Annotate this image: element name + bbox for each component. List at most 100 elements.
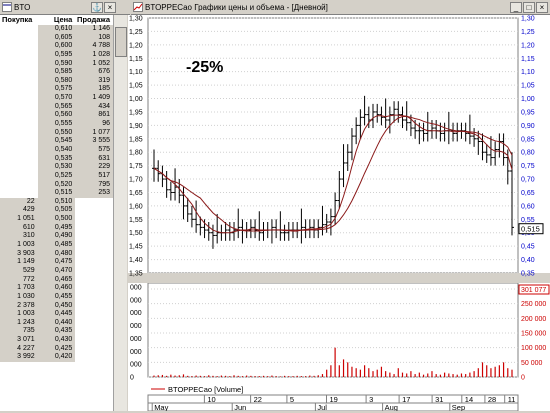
day-label: 19 [330,395,338,404]
price-tick-label-right: 0,95 [521,109,535,116]
bid-row[interactable]: 22 0,510 [0,197,113,207]
price-cell: 0,585 [37,68,76,77]
ask-row[interactable]: 0,560 861 [0,111,113,121]
ask-volume-cell [75,197,113,207]
price-tick-label-left: 1,85 [129,136,143,143]
bid-volume-cell: 610 [0,223,38,233]
bid-volume-cell [0,111,38,121]
price-tick-label-right: 0,60 [521,203,535,210]
ask-row[interactable]: 0,540 575 [0,145,113,155]
ask-row[interactable]: 0,575 185 [0,85,113,95]
ask-volume-cell [75,292,113,302]
ask-row[interactable]: 0,605 108 [0,33,113,43]
price-cell: 0,430 [37,336,76,345]
ask-volume-cell [75,318,113,328]
bid-volume-cell [0,128,38,138]
bid-row[interactable]: 1 243 0,440 [0,318,113,328]
order-book-header: Покупка Цена Продажа [0,15,113,25]
ask-row[interactable]: 0,600 4 788 [0,42,113,51]
ask-row[interactable]: 0,590 1 052 [0,59,113,69]
ask-volume-cell: 108 [75,33,113,43]
ask-row[interactable]: 0,520 795 [0,180,113,190]
price-volume-chart[interactable]: 1,30 1,30 1,25 1,25 1,20 1,20 1,15 1,15 1,10 1,10… [128,15,550,412]
price-tick-label-left: 1,45 [129,244,143,251]
percent-change-annotation: -25% [186,59,223,76]
volume-tick-label-left: 000 [130,297,142,304]
ask-row[interactable]: 0,610 1 146 [0,25,113,34]
bid-row[interactable]: 2 378 0,450 [0,301,113,311]
bid-volume-cell [0,189,38,198]
ask-volume-cell: 1 409 [75,94,113,103]
maximize-button[interactable]: □ [523,1,535,13]
ask-row[interactable]: 0,565 434 [0,102,113,112]
bid-row[interactable]: 1 003 0,485 [0,241,113,250]
bid-volume-cell [0,68,38,77]
ask-volume-cell [75,301,113,311]
bid-row[interactable]: 1 051 0,500 [0,215,113,224]
ask-row[interactable]: 0,530 229 [0,163,113,172]
order-book-titlebar: BTO ⚓ × [0,0,130,15]
bid-volume-cell [0,33,38,43]
bid-row[interactable]: 735 0,435 [0,327,113,337]
last-price-label: 0,515 [521,225,540,234]
bid-row[interactable]: 3 992 0,420 [0,353,113,362]
bid-volume-cell: 1 149 [0,258,38,267]
bid-row[interactable]: 1 703 0,460 [0,284,113,293]
bid-header: Покупка [2,15,33,24]
ask-row[interactable]: 0,580 319 [0,76,113,86]
price-tick-label-right: 0,65 [521,190,535,197]
chart-titlebar: BTOPPECao Графики цены и объема - [Дневн… [131,0,550,15]
scrollbar-thumb[interactable] [115,27,127,57]
ask-row[interactable]: 0,515 253 [0,189,113,198]
bid-volume-cell [0,154,38,164]
ask-row[interactable]: 0,585 676 [0,68,113,77]
bid-row[interactable]: 310 0,490 [0,232,113,242]
ask-header: Продажа [77,15,111,24]
volume-tick-label-left: 0 [130,375,134,382]
ask-volume-cell [75,266,113,276]
bid-row[interactable]: 1 003 0,445 [0,310,113,319]
bid-row[interactable]: 3 071 0,430 [0,336,113,345]
month-label: May [154,403,168,411]
ask-volume-cell [75,336,113,345]
price-tick-label-right: 1,10 [521,69,535,76]
ask-row[interactable]: 0,550 1 077 [0,128,113,138]
ask-volume-cell: 434 [75,102,113,112]
price-tick-label-left: 1,70 [129,177,143,184]
bid-volume-cell [0,85,38,95]
day-label: 17 [402,395,410,404]
price-tick-label-right: 0,70 [521,177,535,184]
ask-row[interactable]: 0,535 631 [0,154,113,164]
ask-row[interactable]: 0,545 3 555 [0,137,113,146]
price-cell: 0,425 [37,344,76,354]
bid-row[interactable]: 1 149 0,475 [0,258,113,267]
bid-volume-cell: 1 703 [0,284,38,293]
bid-row[interactable]: 429 0,505 [0,206,113,216]
pin-button[interactable]: ⚓ [91,1,103,13]
bid-row[interactable]: 772 0,465 [0,275,113,285]
chart-close-button[interactable]: × [536,1,548,13]
ask-volume-cell [75,310,113,319]
ask-row[interactable]: 0,570 1 409 [0,94,113,103]
ask-row[interactable]: 0,595 1 028 [0,50,113,60]
bid-row[interactable]: 4 227 0,425 [0,344,113,354]
ask-row[interactable]: 0,555 96 [0,120,113,129]
window-icon [2,2,12,12]
price-cell: 0,550 [37,128,76,138]
bid-row[interactable]: 3 903 0,480 [0,249,113,259]
chart-area[interactable]: 1,30 1,30 1,25 1,25 1,20 1,20 1,15 1,15 1,10 1,10… [128,15,550,412]
bid-row[interactable]: 610 0,495 [0,223,113,233]
ask-volume-cell [75,249,113,259]
price-cell: 0,455 [37,292,76,302]
bid-volume-cell: 735 [0,327,38,337]
bid-row[interactable]: 529 0,470 [0,266,113,276]
minimize-button[interactable]: _ [510,1,522,13]
volume-tick-label-right: 150 000 [521,331,546,338]
bid-row[interactable]: 1 030 0,455 [0,292,113,302]
price-cell: 0,490 [37,232,76,242]
price-cell: 0,580 [37,76,76,86]
ask-row[interactable]: 0,525 517 [0,171,113,181]
price-cell: 0,530 [37,163,76,172]
book-scrollbar[interactable] [113,15,127,411]
close-button[interactable]: × [104,1,116,13]
